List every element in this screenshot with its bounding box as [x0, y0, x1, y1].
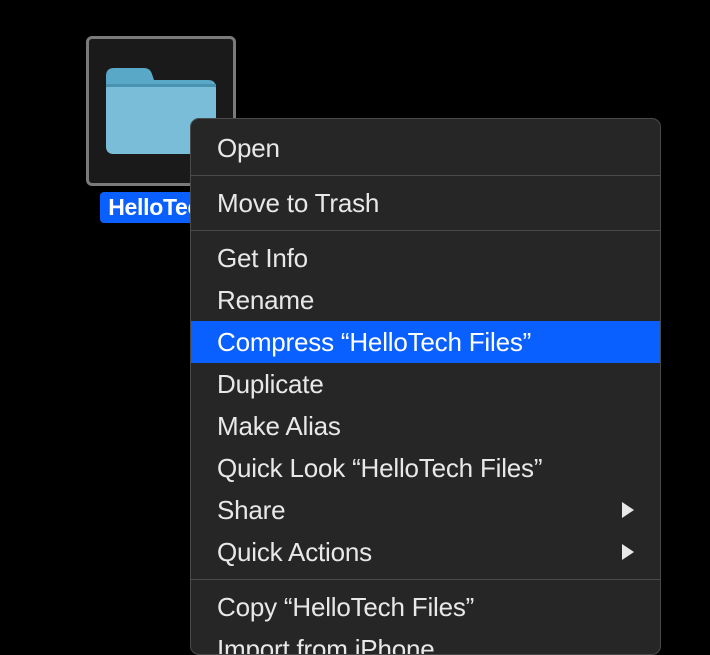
- menu-item-open[interactable]: Open: [191, 127, 660, 169]
- menu-separator: [191, 175, 660, 176]
- menu-item-label: Make Alias: [217, 411, 341, 442]
- menu-item-label: Duplicate: [217, 369, 324, 400]
- context-menu: Open Move to Trash Get Info Rename Compr…: [190, 118, 661, 655]
- menu-item-duplicate[interactable]: Duplicate: [191, 363, 660, 405]
- menu-separator: [191, 579, 660, 580]
- menu-separator: [191, 230, 660, 231]
- menu-item-rename[interactable]: Rename: [191, 279, 660, 321]
- menu-item-label: Quick Look “HelloTech Files”: [217, 453, 542, 484]
- menu-item-label: Get Info: [217, 243, 308, 274]
- menu-item-label: Rename: [217, 285, 314, 316]
- menu-item-quick-look[interactable]: Quick Look “HelloTech Files”: [191, 447, 660, 489]
- menu-item-get-info[interactable]: Get Info: [191, 237, 660, 279]
- menu-item-quick-actions[interactable]: Quick Actions: [191, 531, 660, 573]
- menu-item-copy[interactable]: Copy “HelloTech Files”: [191, 586, 660, 628]
- menu-item-label: Open: [217, 133, 280, 164]
- menu-item-label: Copy “HelloTech Files”: [217, 592, 474, 623]
- menu-item-make-alias[interactable]: Make Alias: [191, 405, 660, 447]
- menu-item-label: Quick Actions: [217, 537, 372, 568]
- chevron-right-icon: [622, 502, 634, 518]
- menu-item-label: Compress “HelloTech Files”: [217, 327, 531, 358]
- menu-item-move-to-trash[interactable]: Move to Trash: [191, 182, 660, 224]
- chevron-right-icon: [622, 544, 634, 560]
- menu-item-label: Share: [217, 495, 285, 526]
- menu-item-share[interactable]: Share: [191, 489, 660, 531]
- menu-item-label: Move to Trash: [217, 188, 379, 219]
- menu-item-compress[interactable]: Compress “HelloTech Files”: [191, 321, 660, 363]
- menu-item-import-from-iphone[interactable]: Import from iPhone: [191, 628, 660, 654]
